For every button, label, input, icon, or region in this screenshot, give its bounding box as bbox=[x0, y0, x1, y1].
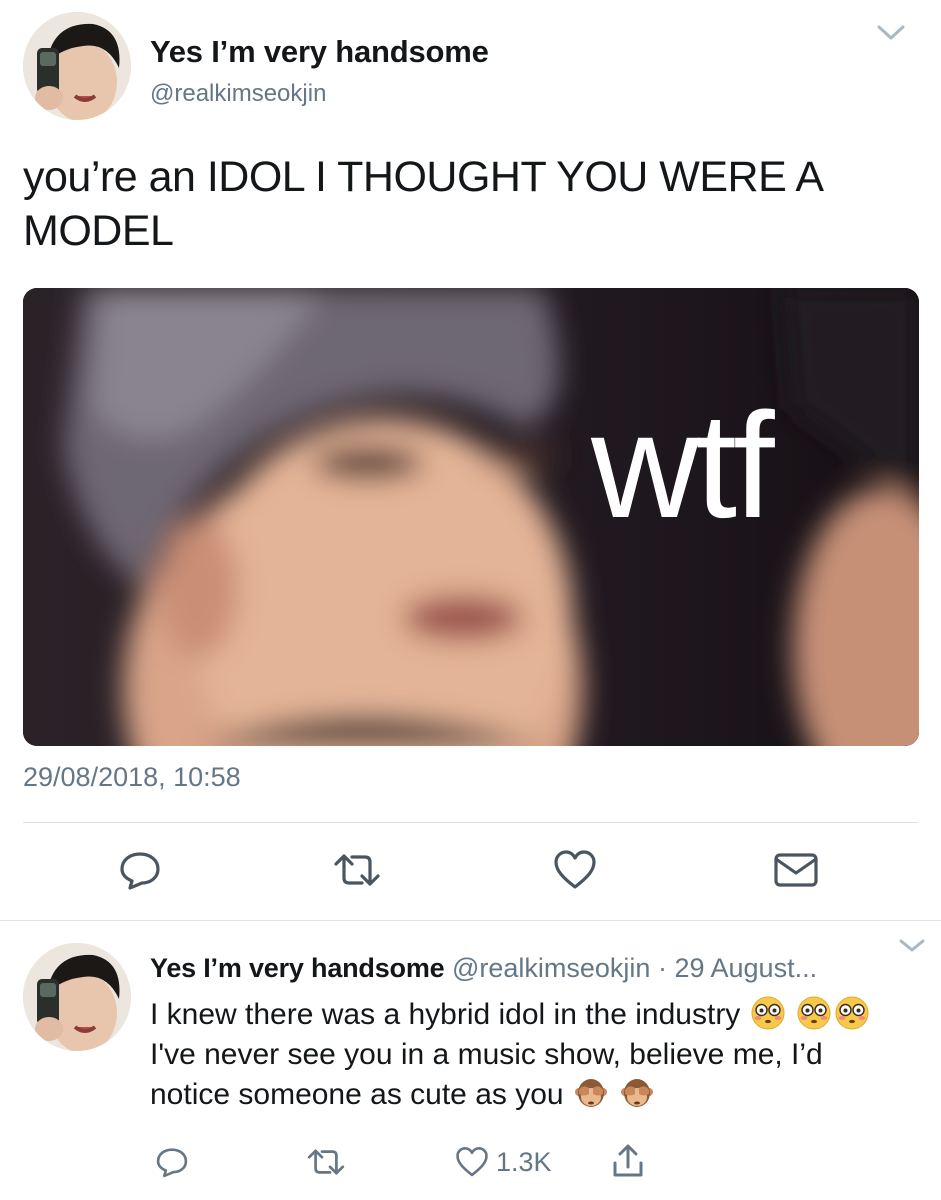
share-icon bbox=[613, 1144, 643, 1177]
more-options-chevron-icon[interactable] bbox=[876, 24, 906, 47]
like-count: 1.3K bbox=[496, 1146, 552, 1177]
reply-button[interactable] bbox=[110, 845, 170, 895]
reply-text: I knew there was a hybrid idol in the in… bbox=[150, 995, 910, 1115]
reply-avatar[interactable] bbox=[23, 943, 131, 1051]
timestamp[interactable]: 29/08/2018, 10:58 bbox=[23, 762, 241, 793]
direct-message-icon bbox=[774, 853, 818, 887]
reply-date[interactable]: 29 August... bbox=[674, 953, 817, 983]
tweet-text: you’re an IDOL I THOUGHT YOU WERE A MODE… bbox=[23, 153, 822, 255]
tweet-media-image[interactable]: wtf bbox=[23, 288, 919, 746]
like-icon bbox=[456, 1146, 488, 1177]
reply-reply-button[interactable] bbox=[150, 1140, 194, 1184]
reply-like-button[interactable]: 1.3K bbox=[454, 1140, 574, 1184]
like-button[interactable] bbox=[545, 845, 605, 895]
see-no-evil-monkey-emoji bbox=[574, 1079, 607, 1107]
retweet-icon bbox=[334, 854, 380, 886]
flushed-face-emoji bbox=[797, 996, 831, 1030]
like-icon bbox=[554, 850, 596, 889]
direct-message-button[interactable] bbox=[766, 845, 826, 895]
reply-share-button[interactable] bbox=[606, 1138, 650, 1184]
reply-more-options-chevron-icon[interactable] bbox=[898, 938, 926, 959]
reply-icon bbox=[156, 1148, 188, 1178]
reply-handle[interactable]: @realkimseokjin bbox=[452, 953, 650, 983]
handle[interactable]: @realkimseokjin bbox=[150, 80, 326, 108]
flushed-face-emoji bbox=[835, 996, 869, 1030]
see-no-evil-monkey-emoji bbox=[621, 1079, 654, 1107]
reply-separator: · bbox=[657, 953, 667, 983]
retweet-button[interactable] bbox=[327, 845, 387, 895]
section-divider bbox=[0, 920, 941, 921]
avatar[interactable] bbox=[23, 12, 131, 120]
reply-display-name[interactable]: Yes I’m very handsome bbox=[150, 953, 445, 983]
reply-text-part1: I knew there was a hybrid idol in the in… bbox=[150, 998, 741, 1031]
reply-icon bbox=[120, 852, 160, 890]
retweet-icon bbox=[307, 1149, 345, 1175]
reply-header: Yes I’m very handsome @realkimseokjin · … bbox=[150, 953, 817, 984]
divider bbox=[23, 822, 918, 823]
meme-caption: wtf bbox=[591, 381, 775, 549]
reply-text-part2: I've never see you in a music show, beli… bbox=[150, 1038, 823, 1111]
display-name[interactable]: Yes I’m very handsome bbox=[150, 34, 489, 70]
reply-retweet-button[interactable] bbox=[300, 1140, 352, 1184]
flushed-face-emoji bbox=[751, 996, 785, 1030]
